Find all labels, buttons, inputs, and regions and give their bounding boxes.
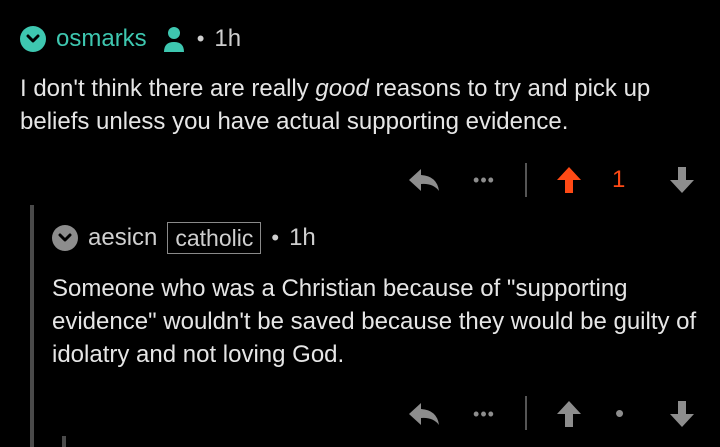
thread-line [30, 205, 34, 447]
downvote-button[interactable] [666, 164, 698, 196]
upvote-icon [557, 401, 581, 427]
chevron-down-icon [58, 233, 72, 242]
more-button[interactable]: ••• [464, 166, 504, 194]
nested-thread-line [62, 436, 66, 447]
collapse-button[interactable] [20, 26, 46, 52]
upvote-icon [557, 167, 581, 193]
divider [525, 163, 527, 197]
comment-header: osmarks • 1h [20, 24, 241, 54]
score: 1 [612, 166, 626, 193]
comment-body: I don't think there are really good reas… [20, 72, 710, 138]
downvote-icon [670, 401, 694, 427]
comment-emphasis: good [315, 75, 369, 102]
reply-icon [409, 403, 439, 425]
downvote-icon [670, 167, 694, 193]
chevron-down-icon [26, 34, 40, 43]
username[interactable]: osmarks [56, 25, 147, 53]
separator-dot: • [196, 26, 205, 51]
user-icon [163, 27, 184, 52]
divider [525, 396, 527, 430]
timestamp: 1h [214, 25, 242, 52]
reply-header: aesicn catholic • 1h [52, 222, 316, 254]
timestamp: 1h [289, 224, 316, 251]
separator-dot: • [271, 225, 280, 250]
comment-text: I don't think there are really [20, 75, 316, 102]
reply-icon [409, 169, 439, 191]
collapse-button[interactable] [52, 225, 78, 251]
more-button[interactable]: ••• [464, 400, 504, 428]
upvote-button[interactable] [553, 164, 585, 196]
username[interactable]: aesicn [88, 224, 157, 252]
reply-button[interactable] [404, 162, 444, 198]
downvote-button[interactable] [666, 398, 698, 430]
upvote-button[interactable] [553, 398, 585, 430]
reply-body: Someone who was a Christian because of "… [52, 275, 697, 368]
score: • [615, 398, 625, 428]
reply-button[interactable] [404, 396, 444, 432]
user-flair: catholic [167, 222, 262, 254]
